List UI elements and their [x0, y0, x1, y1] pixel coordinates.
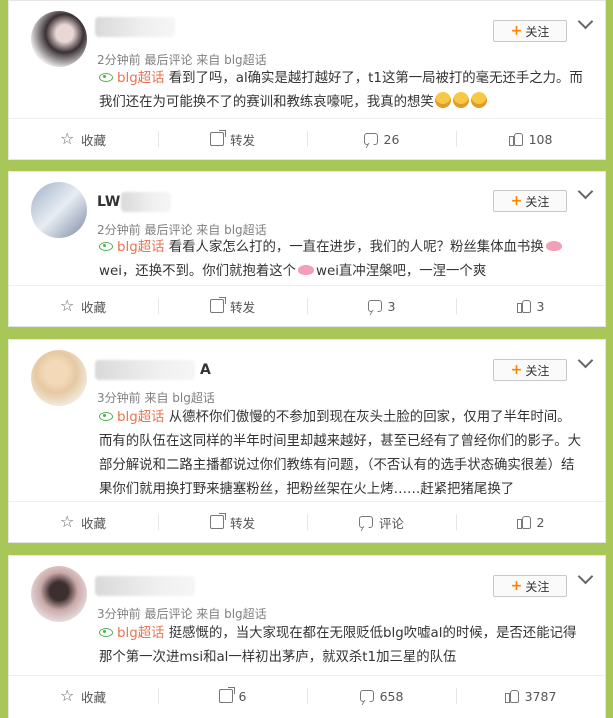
comment-icon [358, 516, 373, 528]
supertopic-icon [99, 241, 113, 251]
avatar[interactable] [31, 566, 87, 622]
plus-icon: + [510, 362, 523, 378]
repost-button[interactable]: 6 [158, 676, 307, 716]
collect-button[interactable]: 收藏 [9, 286, 158, 326]
username-blurred[interactable] [95, 17, 175, 37]
action-bar: 收藏 转发 26 108 [9, 118, 605, 159]
username-blurred [121, 192, 171, 212]
comment-button[interactable]: 3 [307, 286, 456, 326]
post-text: blg超话 挺感慨的，当大家现在都在无限贬低blg吹嘘al的时候，是否还能记得那… [99, 626, 577, 665]
supertopic-icon [99, 72, 113, 82]
like-button[interactable]: 108 [456, 119, 605, 159]
topic-link[interactable]: blg超话 [117, 240, 165, 255]
comment-icon [363, 133, 378, 145]
follow-button[interactable]: + 关注 [493, 575, 567, 597]
post-meta: 3分钟前 来自 blg超话 [97, 391, 215, 405]
thumbs-up-icon [516, 299, 531, 313]
collect-button[interactable]: 收藏 [9, 676, 158, 716]
action-bar: 收藏 转发 评论 2 [9, 501, 605, 542]
chevron-down-icon[interactable] [577, 13, 594, 30]
comment-button[interactable]: 26 [307, 119, 456, 159]
avatar[interactable] [31, 182, 87, 238]
follow-button[interactable]: + 关注 [493, 190, 567, 212]
star-icon [60, 296, 75, 315]
chevron-down-icon[interactable] [577, 183, 594, 200]
comment-icon [359, 690, 374, 702]
post-card: 2分钟前 最后评论 来自 blg超话 + 关注 blg超话 看到了吗，al确实是… [8, 0, 606, 160]
action-bar: 收藏 转发 3 3 [9, 285, 605, 326]
like-button[interactable]: 2 [456, 502, 605, 542]
repost-button[interactable]: 转发 [158, 502, 307, 542]
supertopic-icon [99, 627, 113, 637]
laugh-emoji-icon [434, 92, 451, 108]
post-card: 3分钟前 最后评论 来自 blg超话 + 关注 blg超话 挺感慨的，当大家现在… [8, 555, 606, 718]
action-bar: 收藏 6 658 3787 [9, 675, 605, 716]
post-meta: 2分钟前 最后评论 来自 blg超话 [97, 53, 267, 67]
username[interactable]: LW [97, 194, 120, 210]
topic-link[interactable]: blg超话 [117, 410, 165, 425]
repost-icon [209, 130, 226, 146]
laugh-emoji-icon [470, 92, 487, 108]
repost-icon [209, 513, 226, 529]
username-blurred [95, 360, 195, 380]
supertopic-icon [99, 411, 113, 421]
avatar[interactable] [31, 11, 87, 67]
star-icon [60, 129, 75, 148]
comment-icon [367, 300, 382, 312]
collect-button[interactable]: 收藏 [9, 502, 158, 542]
star-icon [60, 686, 75, 705]
star-icon [60, 512, 75, 531]
plus-icon: + [510, 578, 523, 594]
thumbs-up-icon [516, 515, 531, 529]
post-meta: 3分钟前 最后评论 来自 blg超话 [97, 607, 267, 621]
repost-icon [218, 687, 235, 703]
follow-button[interactable]: + 关注 [493, 359, 567, 381]
pig-emoji-icon [545, 241, 562, 251]
repost-button[interactable]: 转发 [158, 286, 307, 326]
like-button[interactable]: 3 [456, 286, 605, 326]
pig-emoji-icon [298, 265, 314, 275]
comment-button[interactable]: 评论 [307, 502, 456, 542]
topic-link[interactable]: blg超话 [117, 71, 165, 86]
chevron-down-icon[interactable] [577, 568, 594, 585]
avatar[interactable] [31, 350, 87, 406]
laugh-emoji-icon [452, 92, 469, 108]
chevron-down-icon[interactable] [577, 352, 594, 369]
thumbs-up-icon [508, 132, 523, 146]
plus-icon: + [510, 193, 523, 209]
post-card: A 3分钟前 来自 blg超话 + 关注 blg超话 从德杯你们傲慢的不参加到现… [8, 339, 606, 543]
repost-icon [209, 297, 226, 313]
collect-button[interactable]: 收藏 [9, 119, 158, 159]
repost-button[interactable]: 转发 [158, 119, 307, 159]
post-text: blg超话 看看人家怎么打的，一直在进步，我们的人呢？粉丝集体血书换wei，还换… [99, 236, 583, 284]
post-text: blg超话 看到了吗，al确实是越打越好了，t1这第一局被打的毫无还手之力。而我… [99, 71, 583, 110]
thumbs-up-icon [504, 689, 519, 703]
like-button[interactable]: 3787 [456, 676, 605, 716]
plus-icon: + [510, 23, 523, 39]
topic-link[interactable]: blg超话 [117, 626, 165, 641]
comment-button[interactable]: 658 [307, 676, 456, 716]
post-card: LW 2分钟前 最后评论 来自 blg超话 + 关注 blg超话 看看人家怎么打… [8, 171, 606, 327]
follow-button[interactable]: + 关注 [493, 20, 567, 42]
post-text: blg超话 从德杯你们傲慢的不参加到现在灰头土脸的回家，仅用了半年时间。而有的队… [99, 410, 582, 497]
username-blurred[interactable] [95, 576, 195, 596]
username[interactable]: A [200, 362, 211, 378]
